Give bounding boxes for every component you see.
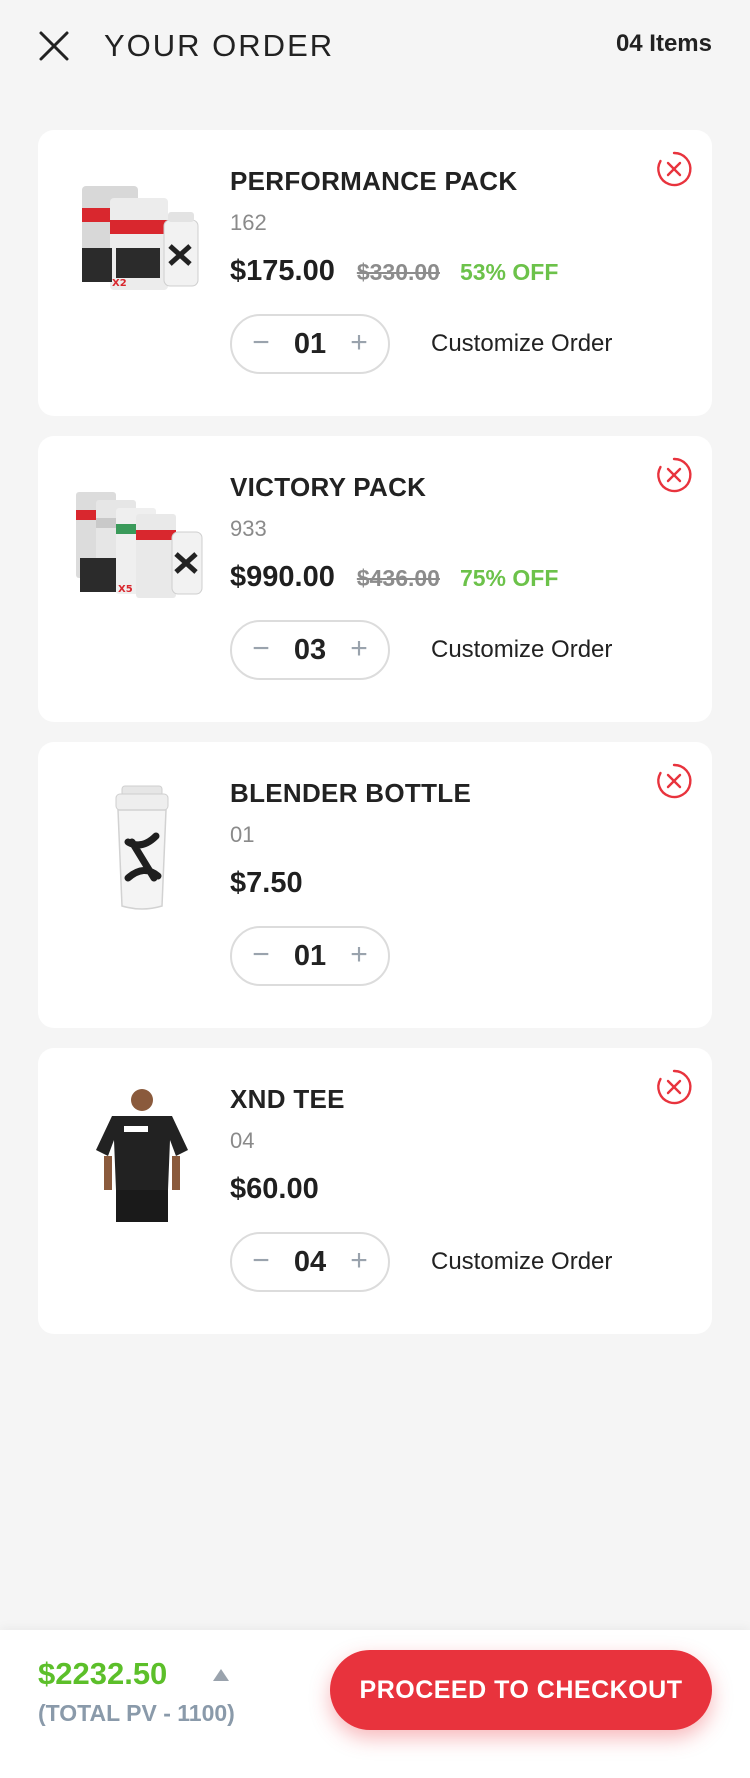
quantity-stepper: − 01 + bbox=[230, 314, 390, 374]
customize-order-link[interactable]: Customize Order bbox=[431, 330, 612, 358]
checkout-footer: $2232.50 (TOTAL PV - 1100) PROCEED TO CH… bbox=[0, 1630, 750, 1778]
proceed-to-checkout-button[interactable]: PROCEED TO CHECKOUT bbox=[330, 1650, 712, 1730]
item-code: 01 bbox=[230, 822, 255, 847]
remove-item-icon[interactable] bbox=[655, 1068, 693, 1106]
item-name: BLENDER BOTTLE bbox=[230, 778, 472, 808]
quantity-stepper: − 03 + bbox=[230, 620, 390, 680]
item-code: 162 bbox=[230, 210, 267, 235]
increase-quantity-button[interactable]: + bbox=[344, 328, 374, 360]
order-total: $2232.50 bbox=[38, 1656, 168, 1691]
remove-item-icon[interactable] bbox=[655, 150, 693, 188]
svg-text:X5: X5 bbox=[118, 584, 133, 595]
item-price: $7.50 bbox=[230, 867, 303, 899]
item-price: $175.00 bbox=[230, 255, 335, 287]
item-name: PERFORMANCE PACK bbox=[230, 166, 518, 196]
total-pv: (TOTAL PV - 1100) bbox=[38, 1700, 235, 1726]
item-code: 933 bbox=[230, 516, 267, 541]
blender-bottle-product-image bbox=[115, 785, 169, 910]
remove-item-icon[interactable] bbox=[655, 762, 693, 800]
price-row: $7.50 bbox=[230, 867, 303, 900]
customize-order-link[interactable]: Customize Order bbox=[431, 1248, 612, 1276]
item-name: XND TEE bbox=[230, 1084, 345, 1114]
item-price: $60.00 bbox=[230, 1173, 319, 1205]
price-row: $175.00 $330.00 53% OFF bbox=[230, 255, 558, 288]
xnd-tee-product-image bbox=[96, 1089, 188, 1222]
item-old-price: $436.00 bbox=[356, 565, 440, 591]
order-item-card: X5 VICTORY PACK 933 $990.00 $436.00 75% … bbox=[38, 436, 712, 722]
close-icon[interactable] bbox=[36, 28, 72, 64]
order-item-card: X2 PERFORMANCE PACK 162 $175.00 $330.00 … bbox=[38, 130, 712, 416]
price-row: $990.00 $436.00 75% OFF bbox=[230, 561, 558, 594]
quantity-stepper: − 01 + bbox=[230, 926, 390, 986]
price-row: $60.00 bbox=[230, 1173, 319, 1206]
increase-quantity-button[interactable]: + bbox=[344, 1246, 374, 1278]
performance-pack-product-image: X2 bbox=[82, 186, 199, 290]
item-old-price: $330.00 bbox=[356, 259, 440, 285]
increase-quantity-button[interactable]: + bbox=[344, 940, 374, 972]
order-items-list: X2 PERFORMANCE PACK 162 $175.00 $330.00 … bbox=[38, 130, 712, 1354]
order-item-card: XND TEE 04 $60.00 − 04 + Customize Order bbox=[38, 1048, 712, 1334]
item-discount: 53% OFF bbox=[459, 259, 559, 285]
increase-quantity-button[interactable]: + bbox=[344, 634, 374, 666]
customize-order-link[interactable]: Customize Order bbox=[431, 636, 612, 664]
victory-pack-product-image: X5 bbox=[76, 492, 203, 598]
caret-up-icon[interactable] bbox=[212, 1668, 230, 1682]
item-count: 04 Items bbox=[615, 30, 712, 57]
order-item-card: BLENDER BOTTLE 01 $7.50 − 01 + bbox=[38, 742, 712, 1028]
page-title: YOUR ORDER bbox=[104, 28, 335, 63]
svg-text:X2: X2 bbox=[112, 278, 127, 289]
remove-item-icon[interactable] bbox=[655, 456, 693, 494]
item-price: $990.00 bbox=[230, 561, 335, 593]
quantity-stepper: − 04 + bbox=[230, 1232, 390, 1292]
header: YOUR ORDER 04 Items bbox=[0, 0, 750, 100]
item-name: VICTORY PACK bbox=[230, 472, 427, 502]
item-code: 04 bbox=[230, 1128, 255, 1153]
item-discount: 75% OFF bbox=[459, 565, 559, 591]
